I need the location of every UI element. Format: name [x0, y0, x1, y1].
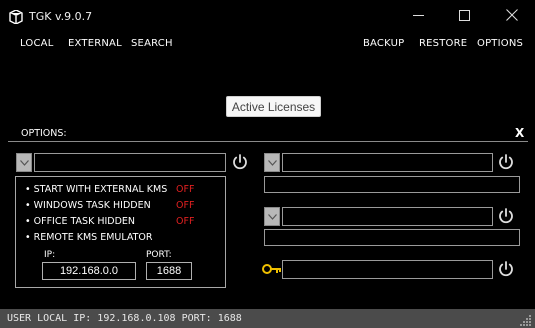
- dropdown-button-office[interactable]: [264, 207, 280, 226]
- setting-windows-task-hidden[interactable]: • WINDOWS TASK HIDDEN: [25, 200, 151, 211]
- status-text: USER LOCAL IP: 192.168.0.108 PORT: 1688: [7, 313, 242, 324]
- dropdown-button-windows[interactable]: [264, 153, 280, 172]
- power-icon[interactable]: [497, 153, 515, 171]
- maximize-button[interactable]: [441, 0, 487, 30]
- key-field-office[interactable]: [264, 229, 520, 246]
- title-bar: TGK v.9.0.7: [0, 0, 535, 32]
- minimize-icon: [412, 14, 424, 16]
- close-window-button[interactable]: [489, 0, 535, 30]
- menu-external[interactable]: EXTERNAL: [68, 38, 122, 49]
- close-icon: [506, 9, 518, 21]
- setting-state[interactable]: OFF: [176, 200, 194, 211]
- combo-field-office[interactable]: [282, 207, 493, 226]
- setting-office-task-hidden[interactable]: • OFFICE TASK HIDDEN: [25, 216, 135, 227]
- options-close-button[interactable]: X: [515, 126, 524, 140]
- key-field-windows[interactable]: [264, 176, 520, 193]
- maximize-icon: [458, 9, 470, 21]
- power-icon[interactable]: [497, 207, 515, 225]
- port-label: PORT:: [146, 250, 172, 260]
- port-input[interactable]: 1688: [146, 262, 192, 280]
- power-icon[interactable]: [497, 260, 515, 278]
- key-icon[interactable]: [262, 263, 282, 275]
- power-icon[interactable]: [231, 153, 249, 171]
- setting-state[interactable]: OFF: [176, 216, 194, 227]
- app-logo-icon: [9, 10, 23, 24]
- ip-label: IP:: [44, 250, 56, 260]
- options-divider: [8, 141, 528, 142]
- menu-search[interactable]: SEARCH: [131, 38, 173, 49]
- menu-backup[interactable]: BACKUP: [363, 38, 404, 49]
- chevron-down-icon: [19, 159, 29, 166]
- setting-state[interactable]: OFF: [176, 184, 194, 195]
- combo-field-left[interactable]: [34, 153, 226, 172]
- minimize-button[interactable]: [395, 0, 441, 30]
- license-key-field[interactable]: [282, 260, 493, 279]
- chevron-down-icon: [267, 213, 277, 220]
- chevron-down-icon: [267, 159, 277, 166]
- setting-remote-kms-emulator[interactable]: • REMOTE KMS EMULATOR: [25, 232, 153, 243]
- setting-start-external-kms[interactable]: • START WITH EXTERNAL KMS: [25, 184, 167, 195]
- resize-grip-icon[interactable]: [520, 314, 532, 326]
- dropdown-button-left[interactable]: [16, 153, 32, 172]
- tooltip: Active Licenses: [226, 96, 321, 117]
- menu-options[interactable]: OPTIONS: [477, 38, 523, 49]
- ip-input[interactable]: 192.168.0.0: [42, 262, 136, 280]
- combo-field-windows[interactable]: [282, 153, 493, 172]
- menu-local[interactable]: LOCAL: [20, 38, 53, 49]
- menu-restore[interactable]: RESTORE: [419, 38, 467, 49]
- window-title: TGK v.9.0.7: [29, 10, 93, 23]
- options-title: OPTIONS:: [21, 128, 67, 139]
